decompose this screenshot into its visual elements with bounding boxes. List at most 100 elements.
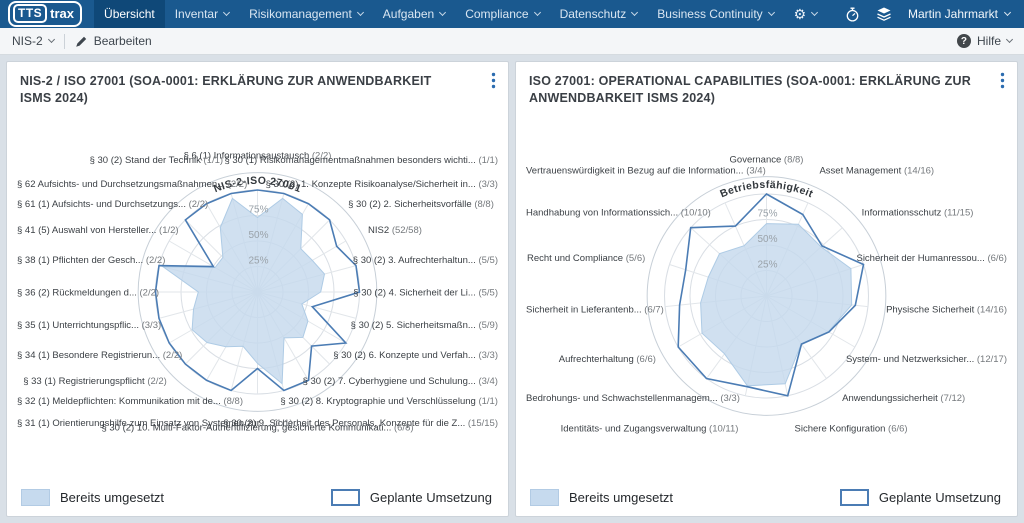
stopwatch-icon[interactable]	[845, 7, 860, 22]
svg-text:§ 41 (5) Auswahl von Herstelle: § 41 (5) Auswahl von Hersteller... (1/2)	[17, 225, 179, 236]
card-title: NIS-2 / ISO 27001 (SOA-0001: ERKLÄRUNG Z…	[20, 73, 465, 112]
filled-swatch	[530, 489, 559, 506]
legend-item-planned[interactable]: Geplante Umsetzung	[331, 489, 492, 506]
top-navigation-bar: TTS trax Übersicht Inventar Risikomanage…	[0, 0, 1024, 28]
svg-text:NIS2 (52/58): NIS2 (52/58)	[368, 225, 422, 236]
svg-text:Governance (8/8): Governance (8/8)	[730, 155, 804, 166]
user-menu[interactable]: Martin Jahrmarkt	[908, 7, 1010, 21]
svg-text:Sicherheit in Lieferantenb...: Sicherheit in Lieferantenb... (6/7)	[526, 305, 664, 316]
svg-text:§ 30 (2) 1. Konzepte Risikoana: § 30 (2) 1. Konzepte Risikoanalyse/Siche…	[266, 179, 498, 190]
nav-item-uebersicht[interactable]: Übersicht	[94, 0, 165, 28]
svg-text:§ 30 (2) 7. Cyberhygiene und S: § 30 (2) 7. Cyberhygiene und Schulung...…	[303, 376, 498, 387]
nav-item-risikomanagement[interactable]: Risikomanagement	[239, 0, 373, 28]
svg-text:Recht und Compliance (5/6): Recht und Compliance (5/6)	[527, 253, 645, 264]
legend-label: Geplante Umsetzung	[370, 490, 492, 505]
scope-dropdown[interactable]: NIS-2	[12, 34, 54, 48]
svg-text:§ 31 (1) Orientierungshilfe zu: § 31 (1) Orientierungshilfe zum Einsatz …	[17, 418, 293, 429]
svg-text:§ 62 Aufsichts- und Durchsetzu: § 62 Aufsichts- und Durchsetzungsmaßnahm…	[17, 179, 247, 190]
chevron-down-icon	[768, 9, 775, 16]
logo-trax-text: trax	[50, 6, 74, 21]
nav-item-aufgaben[interactable]: Aufgaben	[373, 0, 455, 28]
card-title: ISO 27001: OPERATIONAL CAPABILITIES (SOA…	[529, 73, 974, 112]
chevron-down-icon	[534, 9, 541, 16]
nav-item-compliance[interactable]: Compliance	[455, 0, 549, 28]
pencil-icon	[75, 35, 88, 48]
help-menu[interactable]: Hilfe	[957, 34, 1012, 48]
svg-text:§ 30 (2) 4. Sicherheit der Li.: § 30 (2) 4. Sicherheit der Li... (5/5)	[353, 288, 498, 299]
main-nav: Übersicht Inventar Risikomanagement Aufg…	[94, 0, 827, 28]
chevron-down-icon	[357, 9, 364, 16]
svg-text:25%: 25%	[248, 256, 268, 267]
chart-legend: Bereits umgesetzt Geplante Umsetzung	[524, 485, 1009, 510]
layers-icon[interactable]	[876, 7, 892, 21]
svg-text:System- und Netzwerksicher...: System- und Netzwerksicher... (12/17)	[846, 354, 1007, 365]
card-header: ISO 27001: OPERATIONAL CAPABILITIES (SOA…	[524, 70, 1009, 112]
svg-text:§ 36 (2) Rückmeldungen d... (2: § 36 (2) Rückmeldungen d... (2/2)	[17, 288, 159, 299]
chevron-down-icon	[1004, 9, 1011, 16]
gear-icon: ⚙	[794, 7, 807, 21]
legend-item-planned[interactable]: Geplante Umsetzung	[840, 489, 1001, 506]
app-logo[interactable]: TTS trax	[0, 0, 94, 28]
svg-text:Vertrauenswürdigkeit in Bezug: Vertrauenswürdigkeit in Bezug auf die In…	[526, 165, 766, 176]
svg-text:§ 35 (1) Unterrichtungspflic..: § 35 (1) Unterrichtungspflic... (3/3)	[17, 320, 161, 331]
logo-tts-text: TTS	[13, 4, 47, 23]
help-label: Hilfe	[977, 34, 1001, 48]
edit-label: Bearbeiten	[94, 34, 152, 48]
svg-text:§ 30 (1) Risikomanagementmaßna: § 30 (1) Risikomanagementmaßnahmen beson…	[224, 155, 498, 166]
svg-text:Sichere Konfiguration (6/6): Sichere Konfiguration (6/6)	[795, 424, 908, 435]
svg-text:Asset Management (14/16): Asset Management (14/16)	[819, 165, 934, 176]
chevron-down-icon	[48, 36, 55, 43]
nav-label: Business Continuity	[657, 7, 762, 21]
user-name: Martin Jahrmarkt	[908, 7, 998, 21]
nav-label: Datenschutz	[560, 7, 627, 21]
nav-item-business-continuity[interactable]: Business Continuity	[647, 0, 783, 28]
svg-text:Anwendungssicherheit (7/12): Anwendungssicherheit (7/12)	[842, 393, 965, 404]
dashboard: NIS-2 / ISO 27001 (SOA-0001: ERKLÄRUNG Z…	[0, 55, 1024, 523]
svg-text:§ 30 (2) Stand der Technik (1/: § 30 (2) Stand der Technik (1/1)	[90, 155, 223, 166]
svg-text:Informationsschutz (11/15): Informationsschutz (11/15)	[862, 208, 974, 219]
svg-text:§ 33 (1) Registrierungspflicht: § 33 (1) Registrierungspflicht (2/2)	[23, 376, 167, 387]
card-nis2-iso27001: NIS-2 / ISO 27001 (SOA-0001: ERKLÄRUNG Z…	[6, 61, 509, 517]
svg-text:§ 30 (2) 8. Kryptographie und: § 30 (2) 8. Kryptographie und Verschlüss…	[280, 396, 498, 407]
legend-label: Bereits umgesetzt	[569, 490, 673, 505]
svg-text:§ 34 (1) Besondere Registrieru: § 34 (1) Besondere Registrierun... (2/2)	[17, 350, 182, 361]
nav-label: Übersicht	[104, 7, 155, 21]
svg-text:Identitäts- und Zugangsverwalt: Identitäts- und Zugangsverwaltung (10/11…	[561, 424, 739, 435]
chart-legend: Bereits umgesetzt Geplante Umsetzung	[15, 485, 500, 510]
svg-text:§ 30 (2) 2. Sicherheitsvorfäll: § 30 (2) 2. Sicherheitsvorfälle (8/8)	[348, 199, 494, 210]
svg-text:25%: 25%	[757, 260, 777, 271]
legend-label: Geplante Umsetzung	[879, 490, 1001, 505]
chevron-down-icon	[631, 9, 638, 16]
svg-text:Aufrechterhaltung (6/6): Aufrechterhaltung (6/6)	[559, 354, 656, 365]
help-icon	[957, 34, 971, 48]
legend-item-implemented[interactable]: Bereits umgesetzt	[21, 489, 164, 506]
radar-chart-capabilities: 25%50%75%BetriebsfähigkeitGovernance (8/…	[524, 112, 1009, 464]
chevron-down-icon	[811, 9, 818, 16]
chevron-down-icon	[1006, 36, 1013, 43]
svg-text:Bedrohungs- und Schwachstellen: Bedrohungs- und Schwachstellenmanagem...…	[526, 393, 740, 404]
chevron-down-icon	[439, 9, 446, 16]
nav-item-datenschutz[interactable]: Datenschutz	[550, 0, 648, 28]
nav-item-settings[interactable]: ⚙	[784, 0, 828, 28]
outline-swatch	[331, 489, 360, 506]
svg-text:75%: 75%	[248, 205, 268, 216]
legend-label: Bereits umgesetzt	[60, 490, 164, 505]
kebab-menu-icon[interactable]	[996, 70, 1009, 90]
filled-swatch	[21, 489, 50, 506]
svg-text:§ 30 (2) 5. Sicherheitsmaßn...: § 30 (2) 5. Sicherheitsmaßn... (5/9)	[351, 320, 498, 331]
nav-item-inventar[interactable]: Inventar	[165, 0, 239, 28]
radar-chart-nis2: 25%50%75%NIS-2-ISO 27001§ 6 (1) Informat…	[15, 112, 500, 464]
legend-item-implemented[interactable]: Bereits umgesetzt	[530, 489, 673, 506]
svg-text:§ 61 (1) Aufsichts- und Durchs: § 61 (1) Aufsichts- und Durchsetzungs...…	[17, 199, 208, 210]
ttstrax-logo: TTS trax	[8, 1, 82, 27]
scope-label: NIS-2	[12, 34, 43, 48]
context-toolbar: NIS-2 Bearbeiten Hilfe	[0, 28, 1024, 55]
svg-text:Sicherheit der Humanressou...: Sicherheit der Humanressou... (6/6)	[857, 253, 1008, 264]
kebab-menu-icon[interactable]	[487, 70, 500, 90]
svg-text:§ 32 (1) Meldepflichten: Kommu: § 32 (1) Meldepflichten: Kommunikation m…	[17, 396, 243, 407]
svg-text:§ 30 (2) 3. Aufrechterhaltun..: § 30 (2) 3. Aufrechterhaltun... (5/5)	[353, 255, 498, 266]
svg-text:Handhabung von Informationssic: Handhabung von Informationssich... (10/1…	[526, 208, 711, 219]
divider	[64, 34, 65, 49]
edit-button[interactable]: Bearbeiten	[75, 34, 152, 48]
svg-text:50%: 50%	[757, 234, 777, 245]
